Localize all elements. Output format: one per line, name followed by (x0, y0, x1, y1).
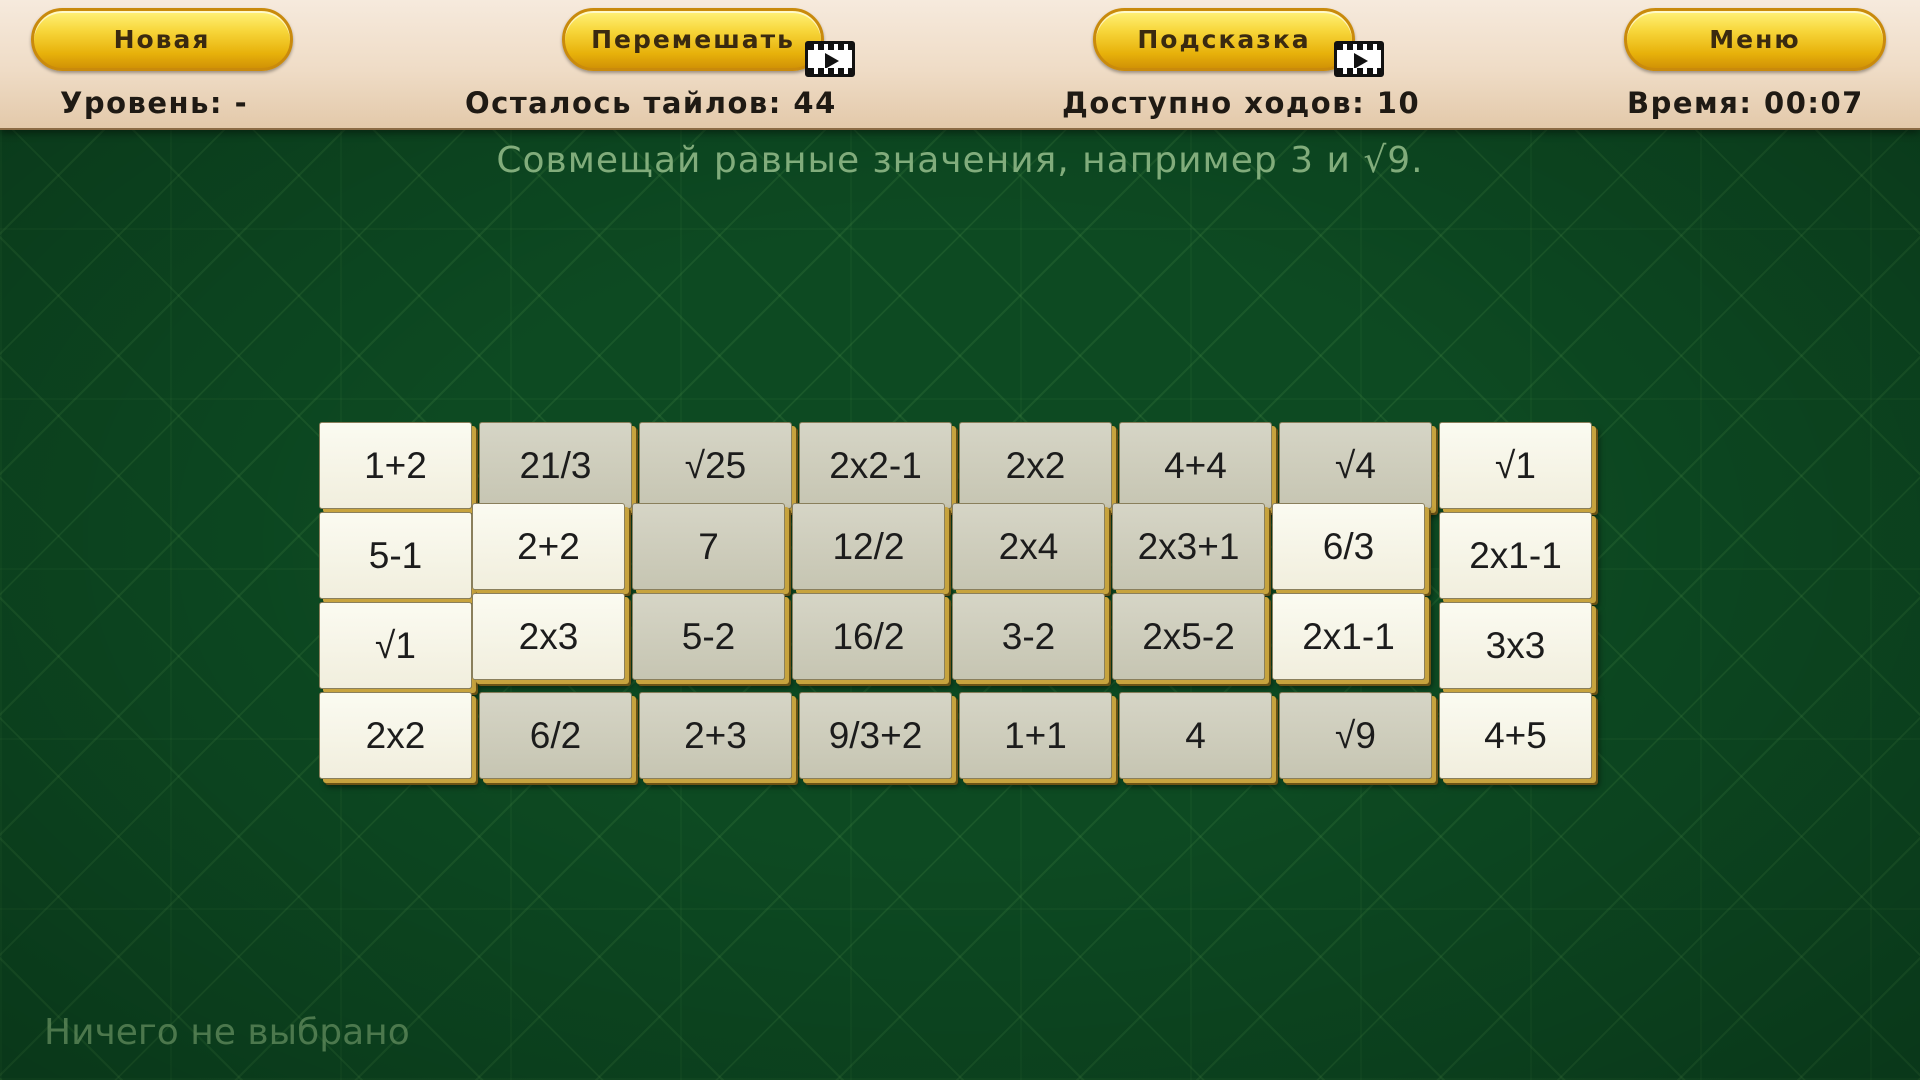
film-strip-top (1337, 44, 1381, 50)
mahjong-tile[interactable]: 5-1 (319, 512, 472, 599)
mahjong-tile[interactable]: √1 (319, 602, 472, 689)
new-game-button[interactable]: Новая (31, 8, 293, 71)
hint-button[interactable]: Подсказка (1093, 8, 1355, 71)
selection-status: Ничего не выбрано (44, 1012, 410, 1053)
mahjong-tile[interactable]: 2x2-1 (799, 422, 952, 509)
mahjong-tile[interactable]: 4+4 (1119, 422, 1272, 509)
video-icon[interactable] (805, 41, 855, 77)
mahjong-tile[interactable]: 2x3 (472, 593, 625, 680)
mahjong-tile[interactable]: 16/2 (792, 593, 945, 680)
shuffle-button[interactable]: Перемешать (562, 8, 824, 71)
mahjong-tile[interactable]: 1+1 (959, 692, 1112, 779)
mahjong-tile[interactable]: 2x1-1 (1272, 593, 1425, 680)
top-bar: Новая Перемешать Подсказка Меню Уровень:… (0, 0, 1920, 130)
film-strip-bottom (1337, 68, 1381, 74)
mahjong-tile[interactable]: 2x4 (952, 503, 1105, 590)
mahjong-tile[interactable]: 21/3 (479, 422, 632, 509)
mahjong-tile[interactable]: 9/3+2 (799, 692, 952, 779)
mahjong-tile[interactable]: 12/2 (792, 503, 945, 590)
mahjong-tile[interactable]: 2x1-1 (1439, 512, 1592, 599)
mahjong-tile[interactable]: 7 (632, 503, 785, 590)
tiles-left-counter: Осталось тайлов: 44 (465, 86, 837, 120)
mahjong-tile[interactable]: 2+3 (639, 692, 792, 779)
menu-button[interactable]: Меню (1624, 8, 1886, 71)
mahjong-tile[interactable]: 2x2 (959, 422, 1112, 509)
mahjong-tile[interactable]: 2x5-2 (1112, 593, 1265, 680)
mahjong-tile[interactable]: √1 (1439, 422, 1592, 509)
mahjong-tile[interactable]: 3-2 (952, 593, 1105, 680)
play-icon (1354, 53, 1368, 69)
mahjong-tile[interactable]: √4 (1279, 422, 1432, 509)
moves-available-counter: Доступно ходов: 10 (1062, 86, 1421, 120)
film-strip-bottom (808, 68, 852, 74)
mahjong-tile[interactable]: 1+2 (319, 422, 472, 509)
mahjong-tile[interactable]: 6/3 (1272, 503, 1425, 590)
mahjong-tile[interactable]: 2+2 (472, 503, 625, 590)
film-strip-top (808, 44, 852, 50)
mahjong-tile[interactable]: √25 (639, 422, 792, 509)
mahjong-tile[interactable]: 6/2 (479, 692, 632, 779)
mahjong-tile[interactable]: 4+5 (1439, 692, 1592, 779)
mahjong-tile[interactable]: √9 (1279, 692, 1432, 779)
mahjong-tile[interactable]: 4 (1119, 692, 1272, 779)
instruction-text: Совмещай равные значения, например 3 и √… (496, 140, 1424, 181)
video-icon[interactable] (1334, 41, 1384, 77)
level-label: Уровень: - (60, 86, 249, 120)
timer: Время: 00:07 (1627, 86, 1864, 120)
mahjong-tile[interactable]: 3x3 (1439, 602, 1592, 689)
play-icon (825, 53, 839, 69)
mahjong-tile[interactable]: 5-2 (632, 593, 785, 680)
mahjong-tile[interactable]: 2x2 (319, 692, 472, 779)
mahjong-tile[interactable]: 2x3+1 (1112, 503, 1265, 590)
